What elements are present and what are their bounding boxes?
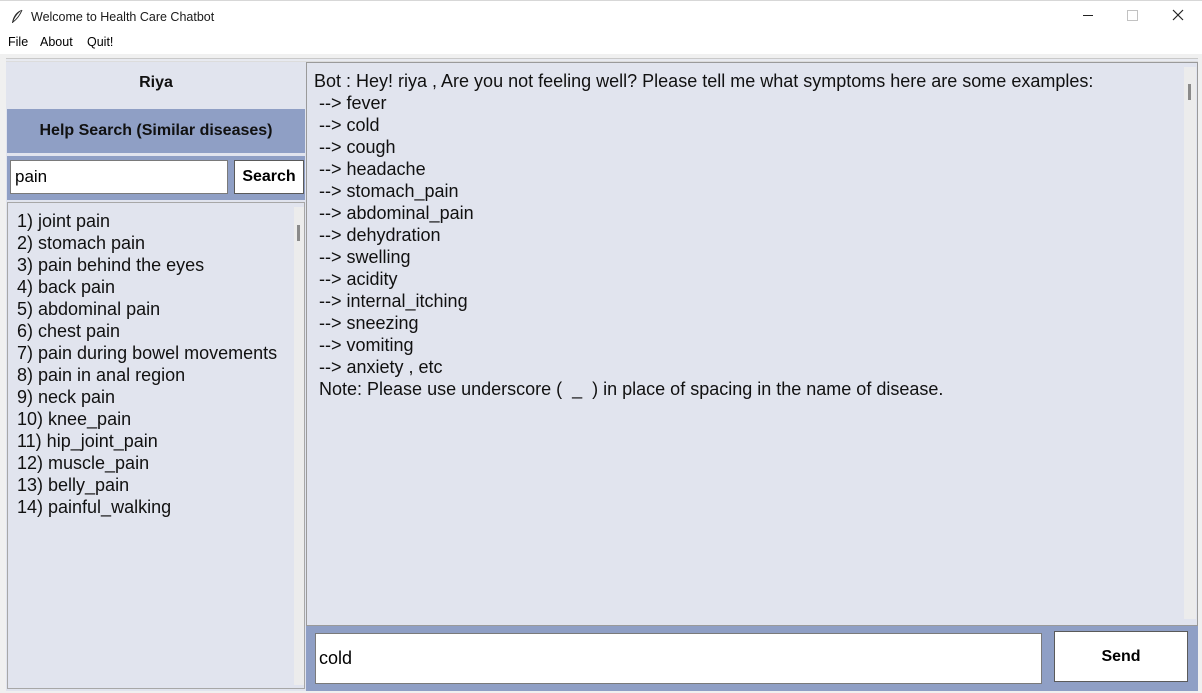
chat-line: --> cough (314, 137, 396, 157)
list-item[interactable]: 3) pain behind the eyes (17, 254, 289, 276)
search-button[interactable]: Search (234, 160, 304, 194)
maximize-icon (1126, 8, 1138, 26)
list-item[interactable]: 5) abdominal pain (17, 298, 289, 320)
menu-file[interactable]: File (8, 35, 28, 49)
chat-line: --> swelling (314, 247, 411, 267)
scrollbar-thumb[interactable] (297, 225, 300, 241)
maximize-button[interactable] (1109, 1, 1155, 33)
list-item[interactable]: 11) hip_joint_pain (17, 430, 289, 452)
results-panel: 1) joint pain 2) stomach pain 3) pain be… (7, 202, 305, 689)
chat-line: --> dehydration (314, 225, 441, 245)
chat-line: --> headache (314, 159, 426, 179)
scrollbar-thumb[interactable] (1188, 84, 1191, 100)
list-item[interactable]: 13) belly_pain (17, 474, 289, 496)
chat-line: --> anxiety , etc (314, 357, 443, 377)
list-item[interactable]: 1) joint pain (17, 210, 289, 232)
close-icon (1172, 8, 1184, 26)
message-bar: cold Send (306, 626, 1198, 691)
feather-icon (10, 9, 24, 25)
list-item[interactable]: 14) painful_walking (17, 496, 289, 518)
message-input[interactable]: cold (315, 633, 1042, 684)
window-title: Welcome to Health Care Chatbot (31, 10, 215, 24)
menu-quit[interactable]: Quit! (87, 35, 113, 49)
chat-line: Note: Please use underscore ( _ ) in pla… (314, 379, 944, 399)
chat-line: --> cold (314, 115, 380, 135)
chat-line: --> sneezing (314, 313, 419, 333)
search-input[interactable]: pain (10, 160, 228, 194)
chat-transcript: Bot : Hey! riya , Are you not feeling we… (306, 62, 1198, 626)
results-list[interactable]: 1) joint pain 2) stomach pain 3) pain be… (17, 210, 289, 680)
menu-about[interactable]: About (40, 35, 73, 49)
minimize-button[interactable] (1065, 1, 1111, 33)
list-item[interactable]: 4) back pain (17, 276, 289, 298)
list-item[interactable]: 10) knee_pain (17, 408, 289, 430)
title-bar: Welcome to Health Care Chatbot (0, 0, 1202, 32)
sidebar: Riya Help Search (Similar diseases) pain… (6, 62, 306, 691)
chat-scrollbar[interactable] (1184, 67, 1196, 619)
list-item[interactable]: 12) muscle_pain (17, 452, 289, 474)
chat-line: --> internal_itching (314, 291, 468, 311)
menu-bar: File About Quit! (0, 32, 1202, 54)
chat-line: Bot : Hey! riya , Are you not feeling we… (314, 71, 1094, 91)
results-scrollbar[interactable] (294, 207, 304, 685)
list-item[interactable]: 7) pain during bowel movements (17, 342, 289, 364)
chat-line: --> abdominal_pain (314, 203, 474, 223)
close-button[interactable] (1155, 1, 1201, 33)
list-item[interactable]: 8) pain in anal region (17, 364, 289, 386)
chat-line: --> vomiting (314, 335, 414, 355)
list-item[interactable]: 6) chest pain (17, 320, 289, 342)
chat-line: --> stomach_pain (314, 181, 459, 201)
send-button[interactable]: Send (1054, 631, 1188, 682)
search-row: pain Search (7, 156, 305, 200)
minimize-icon (1082, 8, 1094, 26)
username-label: Riya (139, 74, 173, 91)
list-item[interactable]: 2) stomach pain (17, 232, 289, 254)
chat-line: --> acidity (314, 269, 398, 289)
chat-lines: Bot : Hey! riya , Are you not feeling we… (314, 70, 1174, 400)
chat-line: --> fever (314, 93, 387, 113)
app-body: Riya Help Search (Similar diseases) pain… (0, 54, 1202, 693)
list-item[interactable]: 9) neck pain (17, 386, 289, 408)
help-search-header: Help Search (Similar diseases) (7, 109, 305, 153)
